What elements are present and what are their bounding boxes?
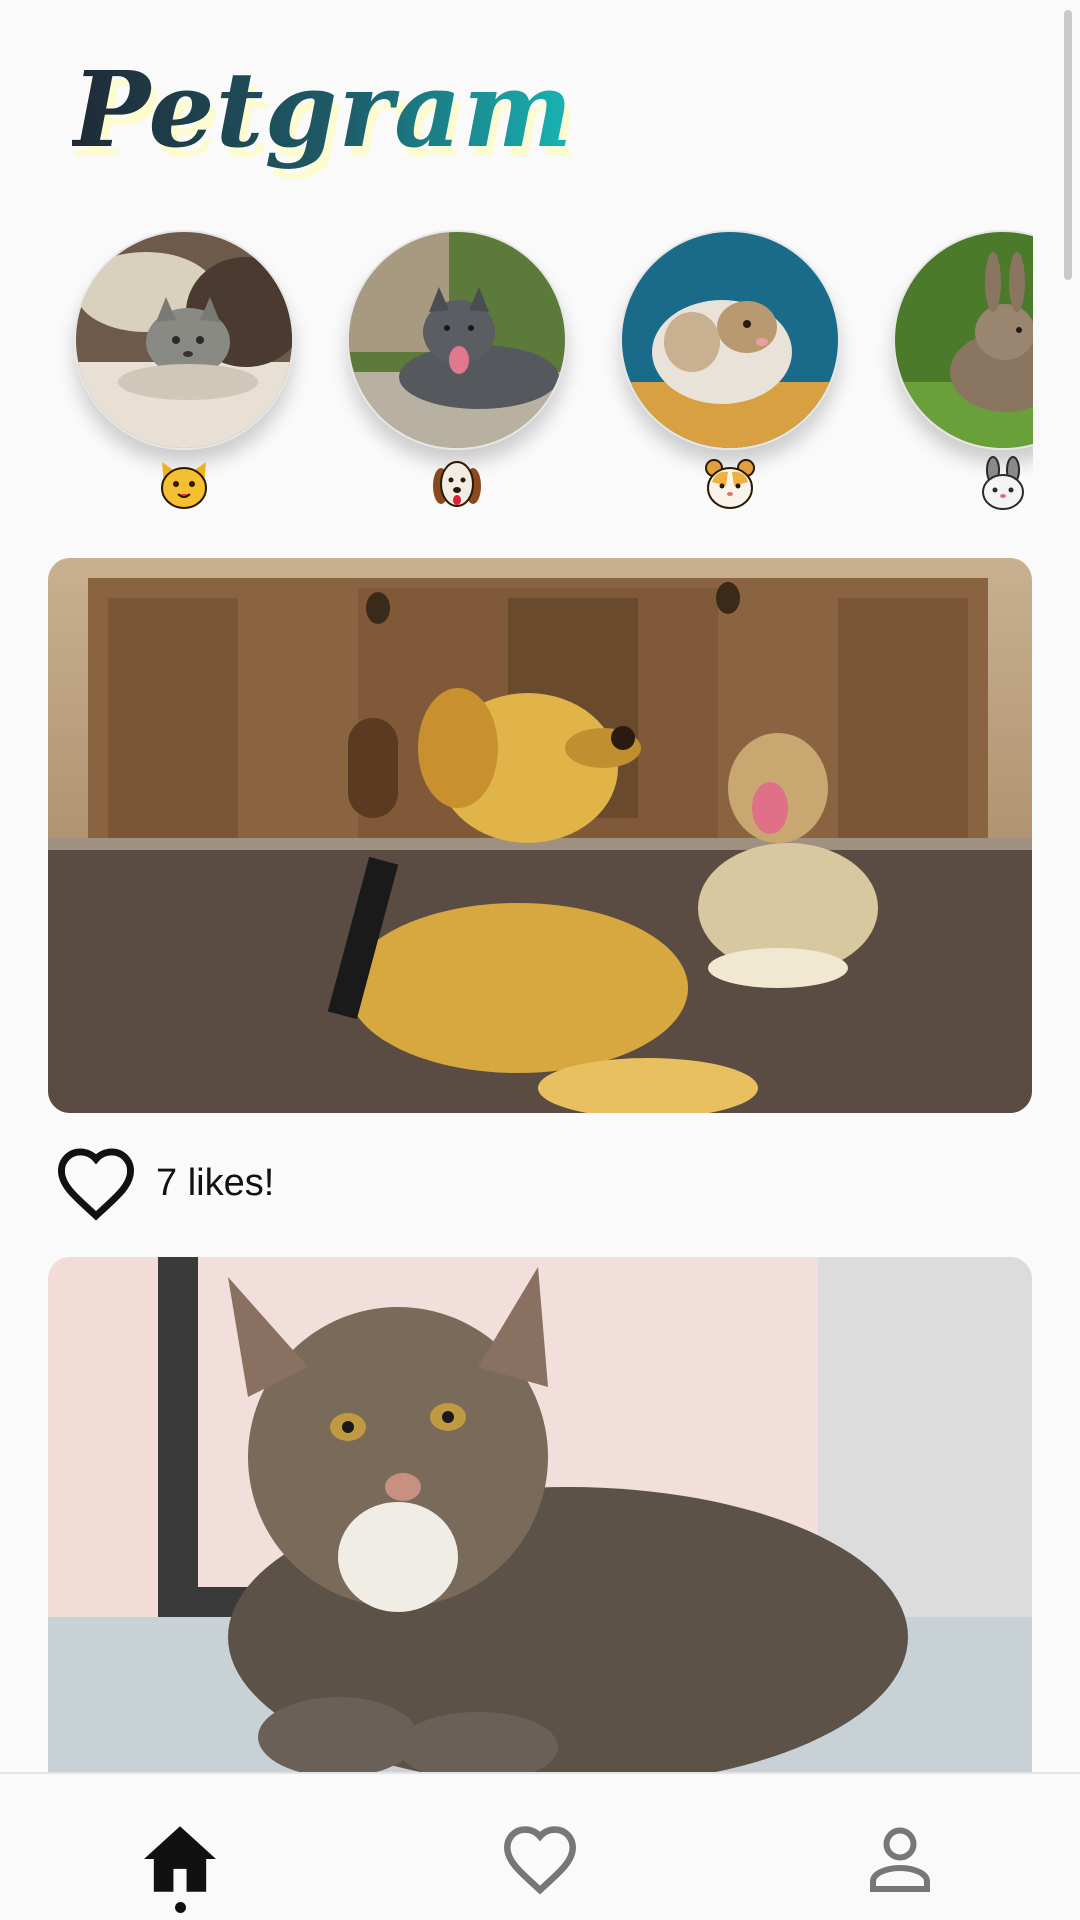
home-icon [144, 1826, 216, 1892]
user-icon [870, 1827, 930, 1892]
feed-photo-cat[interactable] [48, 1257, 1032, 1777]
category-dog-photo[interactable] [347, 230, 567, 450]
category-rabbit-photo[interactable] [893, 230, 1033, 450]
logo-text: Petgram [72, 40, 574, 180]
active-indicator [175, 1902, 186, 1913]
category-hamster[interactable] [620, 230, 840, 550]
category-dog[interactable] [347, 230, 567, 550]
rabbit-face-icon [975, 456, 1031, 512]
like-count: 7 likes! [156, 1161, 275, 1204]
feed-photo-dogs[interactable] [48, 558, 1032, 1113]
category-hamster-photo[interactable] [620, 230, 840, 450]
app-logo: Petgram Petgram [72, 40, 579, 181]
category-rabbit[interactable] [893, 230, 1033, 550]
nav-home-button[interactable] [135, 1814, 225, 1904]
scrollbar[interactable] [1064, 10, 1072, 280]
like-button[interactable] [54, 1145, 138, 1221]
dog-face-icon [429, 456, 485, 512]
app-screen: Petgram Petgram [0, 0, 1080, 1920]
category-cat[interactable] [74, 230, 294, 550]
nav-profile-button[interactable] [855, 1814, 945, 1904]
heart-outline-icon [503, 1826, 577, 1895]
cat-face-icon [156, 456, 212, 512]
nav-favorites-button[interactable] [495, 1814, 585, 1904]
like-row: 7 likes! [54, 1145, 274, 1221]
heart-outline-icon [57, 1148, 135, 1221]
bottom-nav [0, 1772, 1080, 1920]
category-list[interactable] [48, 230, 1033, 550]
hamster-face-icon [702, 456, 758, 512]
category-cat-photo[interactable] [74, 230, 294, 450]
